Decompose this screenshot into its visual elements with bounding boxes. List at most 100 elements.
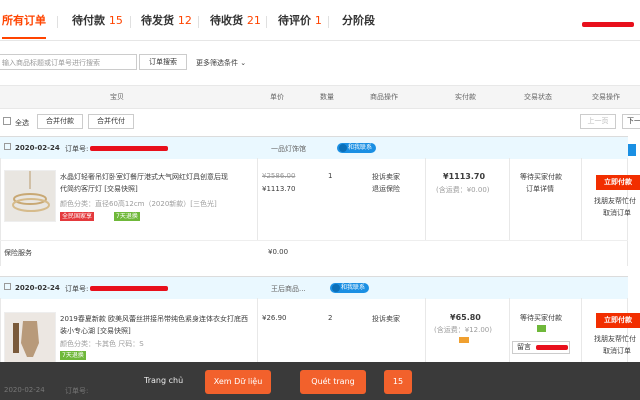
tab-label: 待发货 [141, 14, 174, 27]
product-title-line[interactable]: 代简约客厅灯 [交易快照] [60, 184, 138, 194]
quantity: 1 [328, 172, 333, 180]
divider [257, 298, 258, 362]
unit-price: ¥1113.70 [262, 185, 296, 193]
col-paid: 实付款 [455, 93, 476, 101]
tab-pending-shipment[interactable]: 待发货 12 [141, 12, 192, 28]
tab-divider [198, 16, 199, 28]
complain-seller-link[interactable]: 投诉卖家 [372, 172, 400, 182]
return-badge: 7天退换 [114, 212, 140, 221]
product-spec: 颜色分类：卡其色 尺码：S [60, 340, 144, 348]
tab-pending-review[interactable]: 待评价 1 [278, 12, 322, 28]
col-actions: 交易操作 [592, 93, 620, 101]
col-ops: 商品操作 [370, 93, 398, 101]
divider [509, 298, 510, 362]
shop-name[interactable]: 一品灯饰馆 [271, 144, 306, 154]
order-checkbox[interactable] [4, 143, 11, 150]
order-search-button[interactable]: 订单搜索 [139, 54, 187, 70]
column-header: 宝贝 单价 数量 商品操作 实付款 交易状态 交易操作 [0, 85, 640, 109]
cancel-order-link[interactable]: 取消订单 [603, 346, 631, 356]
select-all-label: 全选 [15, 119, 29, 127]
divider [0, 240, 628, 241]
return-insurance-link[interactable]: 退运保险 [372, 184, 400, 194]
pay-now-button[interactable]: 立即付款 [596, 313, 640, 328]
order-date: 2020-02-24 [15, 284, 60, 292]
order-header: 2020-02-24 订单号: 王后商品... 和我联系 [0, 276, 628, 299]
tab-divider [328, 16, 329, 28]
col-status: 交易状态 [524, 93, 552, 101]
order-details-link[interactable]: 订单详情 [526, 184, 554, 194]
home-label[interactable]: Trang chủ [144, 376, 183, 385]
complain-seller-link[interactable]: 投诉卖家 [372, 314, 400, 324]
tab-pending-payment[interactable]: 待付款 15 [72, 12, 123, 28]
next-page-button[interactable]: 下一 [622, 114, 640, 129]
total-paid: ¥65.80 [450, 313, 481, 322]
redacted-order-number [90, 146, 168, 151]
leave-message-label: 留言 [517, 343, 531, 351]
order-tabs: 所有订单 待付款 15 待发货 12 待收货 21 待评价 1 分阶段 [0, 0, 640, 41]
side-tab[interactable] [628, 144, 636, 156]
tab-label: 待付款 [72, 14, 105, 27]
order-date: 2020-02-24 [15, 144, 60, 152]
message-icon [537, 325, 546, 332]
quantity: 2 [328, 314, 333, 322]
friend-pay-link[interactable]: 找朋友帮忙付 [594, 334, 636, 344]
shipping-fee: (含运费：¥0.00) [436, 186, 490, 194]
insurance-service-price: ¥0.00 [268, 248, 289, 256]
contact-seller-button[interactable]: 和我联系 [330, 283, 370, 293]
order-status: 等待买家付款 [520, 314, 562, 322]
product-spec: 颜色分类：直径60高12cm（2020新款）[三色光] [60, 200, 217, 208]
scan-page-button[interactable]: Quét trang [300, 370, 366, 394]
pay-now-button[interactable]: 立即付款 [596, 175, 640, 190]
bodysuit-icon [5, 313, 55, 363]
total-paid: ¥1113.70 [443, 172, 486, 181]
divider [581, 298, 582, 362]
view-data-button[interactable]: Xem Dữ liệu [205, 370, 271, 394]
promo-badge: 全民国家享 [60, 212, 95, 221]
tab-label: 所有订单 [2, 14, 46, 27]
tab-divider [57, 16, 58, 28]
prev-page-button[interactable]: 上一页 [580, 114, 616, 129]
col-item: 宝贝 [110, 93, 124, 101]
divider [257, 158, 258, 240]
redacted-text [536, 345, 568, 350]
chevron-down-icon: ⌄ [240, 59, 247, 67]
merge-pay-button[interactable]: 合并付款 [37, 114, 83, 129]
tab-count: 15 [108, 14, 123, 27]
card-icon [459, 337, 469, 343]
redacted-text [582, 22, 634, 27]
tab-pending-receipt[interactable]: 待收货 21 [210, 12, 261, 28]
tab-all-orders[interactable]: 所有订单 [2, 12, 46, 39]
cancel-order-link[interactable]: 取消订单 [603, 208, 631, 218]
product-title-line[interactable]: 装小专心湖 [交易快照] [60, 326, 131, 336]
product-image-bodysuit[interactable] [4, 312, 56, 364]
page-number-button[interactable]: 15 [384, 370, 412, 394]
order-number-label: 订单号: [65, 285, 89, 293]
product-image-chandelier[interactable] [4, 170, 56, 222]
search-input[interactable]: 输入商品标题或订单号进行搜索 [0, 54, 137, 70]
redacted-order-number [90, 286, 168, 291]
tab-count: 12 [177, 14, 192, 27]
contact-seller-button[interactable]: 和我联系 [337, 143, 377, 153]
shipping-fee: (含运费：¥12.00) [434, 326, 492, 334]
tab-staged[interactable]: 分阶段 [342, 12, 375, 28]
chandelier-icon [12, 171, 50, 212]
merge-proxy-button[interactable]: 合并代付 [88, 114, 134, 129]
select-all-checkbox[interactable] [3, 117, 11, 125]
col-price: 单价 [270, 93, 284, 101]
return-badge: 7天退换 [60, 351, 86, 360]
order-date: 2020-02-24 [4, 386, 45, 394]
divider [425, 298, 426, 362]
tab-label: 分阶段 [342, 14, 375, 27]
tab-count: 1 [314, 14, 322, 27]
divider [425, 158, 426, 240]
insurance-service-label: 保险服务 [4, 249, 32, 257]
product-title-line[interactable]: 2019春夏新款 欧美风蕾丝拼接吊带纯色紧身连体衣女打底西 [60, 314, 248, 324]
original-price: ¥2586.00 [262, 172, 296, 180]
product-title-line[interactable]: 水晶灯轻奢吊灯卧室灯餐厅港式大气网红灯具创意后现 [60, 172, 228, 182]
friend-pay-link[interactable]: 找朋友帮忙付 [594, 196, 636, 206]
more-filters-link[interactable]: 更多筛选条件 ⌄ [196, 58, 246, 68]
order-number-label: 订单号: [65, 145, 89, 153]
order-checkbox[interactable] [4, 283, 11, 290]
more-filters-label: 更多筛选条件 [196, 59, 238, 67]
shop-name[interactable]: 王后商品... [271, 284, 306, 294]
